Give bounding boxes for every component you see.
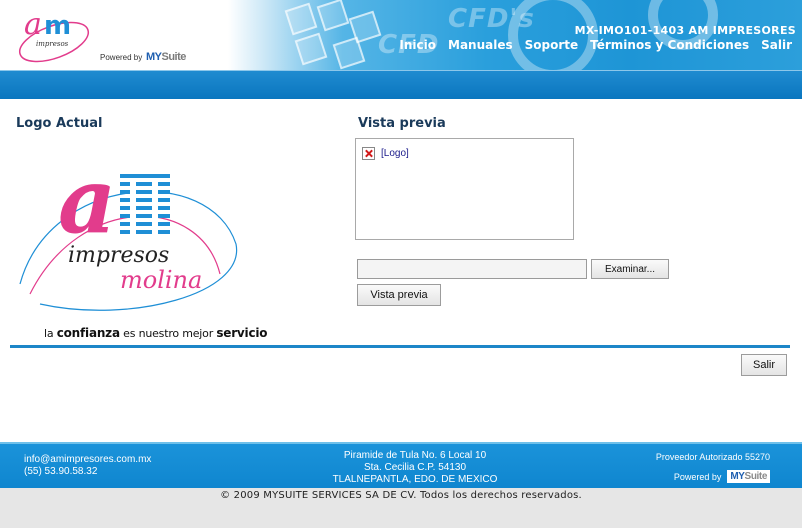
copyright-text: © 2009 MYSUITE SERVICES SA DE CV. Todos …	[220, 490, 582, 501]
svg-text:m: m	[44, 11, 71, 41]
current-logo-title: Logo Actual	[16, 116, 103, 131]
file-path-input[interactable]	[357, 259, 587, 279]
broken-image-icon	[362, 147, 375, 160]
nav-manuales[interactable]: Manuales	[448, 38, 513, 52]
broken-image-alt: [Logo]	[381, 148, 409, 159]
footer-authorized: Proveedor Autorizado 55270	[655, 452, 770, 462]
svg-text:a: a	[24, 7, 42, 42]
footer-email[interactable]: info@amimpresores.com.mx	[24, 454, 151, 466]
account-name: MX-IMO101-1403 AM IMPRESORES	[574, 24, 796, 37]
footer-address-line: Sta. Cecilia C.P. 54130	[363, 462, 467, 473]
main-nav: Inicio Manuales Soporte Términos y Condi…	[399, 38, 792, 52]
powered-by-label: Powered by	[100, 53, 143, 62]
nav-inicio[interactable]: Inicio	[399, 38, 436, 52]
browse-button[interactable]: Examinar...	[591, 259, 669, 279]
header: CFD's CFD a m impresos Powered by MYSuit…	[0, 0, 802, 70]
mysuite-logo: MYSuite	[146, 51, 186, 63]
footer-address: Piramide de Tula No. 6 Local 10 Sta. Cec…	[300, 450, 530, 486]
company-logo-small[interactable]: a m impresos	[14, 2, 94, 66]
mysuite-footer-logo: MYSuite	[727, 470, 770, 483]
footer-contact: info@amimpresores.com.mx (55) 53.90.58.3…	[24, 454, 151, 478]
preview-button[interactable]: Vista previa	[357, 284, 441, 306]
preview-title: Vista previa	[358, 116, 446, 131]
footer-powered: Powered by MYSuite	[674, 470, 770, 483]
decor-tile	[316, 0, 350, 32]
decor-watermark: CFD's	[448, 4, 535, 34]
nav-terminos[interactable]: Términos y Condiciones	[590, 38, 749, 52]
current-logo-image: a impresos molina	[19, 148, 238, 311]
footer-address-line: TLALNEPANTLA, EDO. DE MEXICO	[332, 474, 498, 485]
preview-box: [Logo]	[355, 138, 574, 240]
nav-salir[interactable]: Salir	[761, 38, 792, 52]
header-band	[0, 70, 802, 99]
logo-tagline: la confianza es nuestro mejor servicio	[44, 326, 268, 340]
exit-button[interactable]: Salir	[741, 354, 787, 376]
decor-tile	[294, 32, 328, 66]
content-divider	[10, 345, 790, 348]
svg-text:impresos: impresos	[68, 243, 169, 268]
svg-text:impresos: impresos	[36, 40, 69, 48]
footer-address-line: Piramide de Tula No. 6 Local 10	[343, 450, 487, 461]
nav-soporte[interactable]: Soporte	[525, 38, 579, 52]
decor-tile	[284, 2, 318, 36]
footer-powered-label: Powered by	[673, 471, 722, 482]
footer-phone: (55) 53.90.58.32	[24, 466, 98, 477]
broken-image: [Logo]	[362, 147, 409, 160]
svg-text:molina: molina	[120, 266, 202, 294]
footer: info@amimpresores.com.mx (55) 53.90.58.3…	[0, 442, 802, 488]
svg-text:a: a	[58, 148, 116, 254]
